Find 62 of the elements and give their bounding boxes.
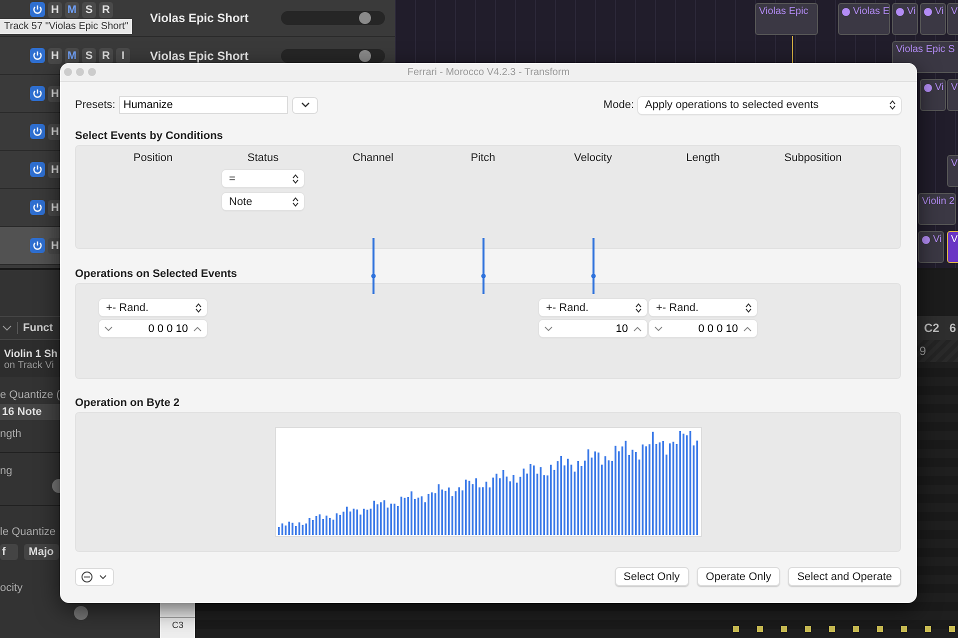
track-toggle-button[interactable]: R bbox=[99, 2, 113, 18]
value-stepper[interactable]: 10 bbox=[539, 320, 647, 337]
ruler-number: 9 bbox=[919, 344, 926, 358]
operation-popup[interactable]: +- Rand. bbox=[649, 299, 757, 316]
scale-popup[interactable]: f bbox=[0, 544, 18, 560]
inspector-label: ocity bbox=[0, 582, 23, 594]
condition-popup[interactable]: = bbox=[222, 170, 304, 187]
column-header: Position bbox=[133, 152, 173, 164]
track-name: Violas Epic Short bbox=[150, 48, 248, 62]
value-stepper[interactable]: 0 0 0 10 bbox=[99, 320, 207, 337]
track-toggle-button[interactable]: M bbox=[65, 2, 79, 18]
section-title: Operation on Byte 2 bbox=[75, 397, 181, 409]
midi-region[interactable]: V bbox=[947, 79, 958, 111]
track-toggle-button[interactable]: S bbox=[82, 48, 96, 64]
mode-label: Mode: bbox=[603, 99, 634, 111]
midi-region[interactable]: V bbox=[947, 3, 958, 35]
track-toggle-button[interactable]: R bbox=[99, 48, 113, 64]
midi-region[interactable]: V bbox=[947, 155, 958, 187]
midi-region[interactable]: V bbox=[947, 231, 958, 263]
column-header: Velocity bbox=[574, 152, 612, 164]
inspector-label: le Quantize bbox=[0, 526, 56, 538]
functions-menu[interactable]: Funct bbox=[17, 322, 53, 334]
track-toggle-button[interactable]: H bbox=[48, 2, 62, 18]
track-toggle-button[interactable]: H bbox=[48, 48, 62, 64]
editor-header-label: C2 bbox=[924, 321, 940, 335]
condition-popup[interactable]: Note bbox=[222, 193, 304, 210]
inspector-label: ng bbox=[0, 465, 12, 477]
column-header: Channel bbox=[352, 152, 394, 164]
midi-region[interactable]: Vi bbox=[892, 3, 918, 35]
column-header: Length bbox=[686, 152, 720, 164]
column-header: Status bbox=[247, 152, 279, 164]
preset-field[interactable]: Humanize bbox=[119, 96, 288, 114]
section-title: Select Events by Conditions bbox=[75, 130, 224, 142]
operation-popup[interactable]: +- Rand. bbox=[539, 299, 647, 316]
presets-label: Presets: bbox=[75, 99, 116, 111]
inspector-label: ngth bbox=[0, 428, 22, 440]
midi-region[interactable]: Violas Epic bbox=[755, 3, 818, 35]
editor-header-label: 6 bbox=[949, 321, 956, 335]
region-track-label: on Track Vi bbox=[4, 360, 55, 371]
track-toggle-button[interactable]: S bbox=[82, 2, 96, 18]
dialog-button[interactable]: Select Only bbox=[614, 567, 689, 586]
value-stepper[interactable]: 0 0 0 10 bbox=[649, 320, 757, 337]
mode-popup[interactable]: Apply operations to selected events bbox=[638, 96, 901, 114]
column-header: Subposition bbox=[784, 152, 842, 164]
dialog-button[interactable]: Operate Only bbox=[696, 567, 780, 586]
operation-popup[interactable]: +- Rand. bbox=[99, 299, 207, 316]
tooltip: Track 57 "Violas Epic Short" bbox=[0, 19, 132, 34]
midi-region[interactable]: Vi bbox=[920, 3, 946, 35]
region-name: Violin 1 Sh bbox=[4, 348, 58, 360]
inspector-label: e Quantize ( bbox=[0, 389, 60, 401]
midi-region[interactable]: Vi bbox=[918, 231, 944, 263]
track-name: Violas Epic Short bbox=[150, 10, 248, 24]
track-toggle-button[interactable]: I bbox=[116, 48, 130, 64]
dialog-button[interactable]: Select and Operate bbox=[788, 567, 901, 586]
window-title: Ferrari - Morocco V4.2.3 - Transform bbox=[407, 66, 570, 78]
section-title: Operations on Selected Events bbox=[75, 268, 238, 280]
midi-region[interactable]: Violin 2 bbox=[918, 193, 956, 225]
piano-key[interactable]: C3 bbox=[160, 617, 195, 638]
column-header: Pitch bbox=[470, 152, 496, 164]
scale-type-popup[interactable]: Majo bbox=[24, 544, 59, 560]
midi-region[interactable]: Vi bbox=[920, 79, 946, 111]
midi-region[interactable]: Violas E bbox=[838, 3, 890, 35]
